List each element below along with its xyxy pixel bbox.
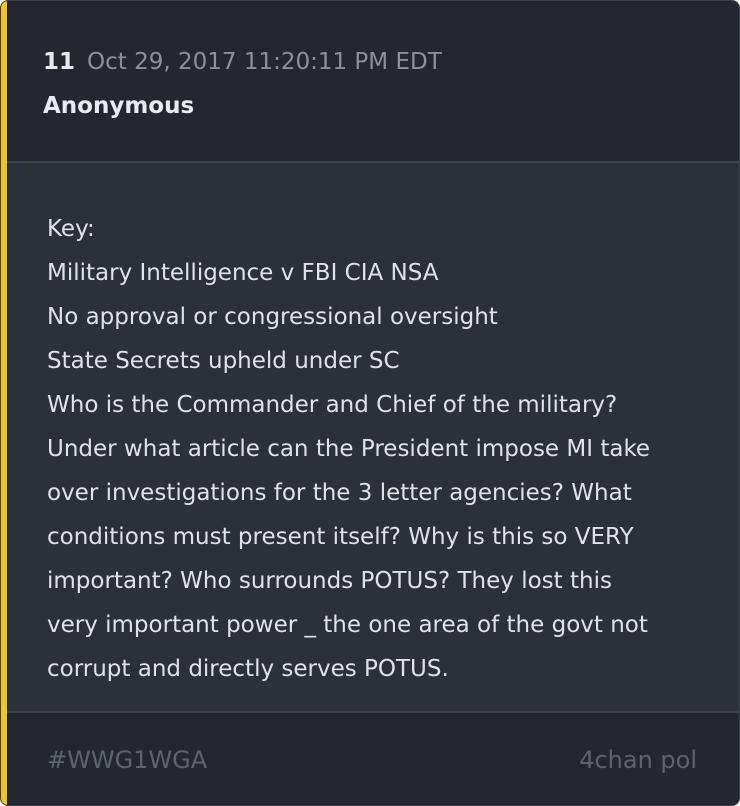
- post-text-line: over investigations for the 3 letter age…: [47, 480, 632, 506]
- post-text-line: Who is the Commander and Chief of the mi…: [47, 392, 618, 418]
- post-text-line: corrupt and directly serves POTUS.: [47, 656, 449, 682]
- post-text-line: Under what article can the President imp…: [47, 436, 651, 462]
- hashtag-link[interactable]: #WWG1WGA: [47, 745, 207, 775]
- post-card: 11 Oct 29, 2017 11:20:11 PM EDT Anonymous…: [0, 0, 740, 806]
- post-text-line: No approval or congressional oversight: [47, 304, 498, 330]
- post-text-line: State Secrets upheld under SC: [47, 348, 400, 374]
- post-text: Key: Military Intelligence v FBI CIA NSA…: [47, 207, 707, 691]
- post-footer: #WWG1WGA 4chan pol: [7, 711, 739, 805]
- post-body: Key: Military Intelligence v FBI CIA NSA…: [7, 165, 739, 711]
- post-author: Anonymous: [43, 93, 195, 119]
- post-text-line: Key:: [47, 216, 95, 242]
- post-number: 11: [43, 49, 76, 75]
- post-text-line: very important power _ the one area of t…: [47, 612, 648, 638]
- post-timestamp: Oct 29, 2017 11:20:11 PM EDT: [87, 49, 442, 75]
- post-text-line: important? Who surrounds POTUS? They los…: [47, 568, 612, 594]
- post-text-line: conditions must present itself? Why is t…: [47, 524, 634, 550]
- post-header: 11 Oct 29, 2017 11:20:11 PM EDT Anonymous: [7, 1, 739, 163]
- post-source: 4chan pol: [579, 746, 697, 774]
- post-text-line: Military Intelligence v FBI CIA NSA: [47, 260, 439, 286]
- post-meta: 11 Oct 29, 2017 11:20:11 PM EDT: [43, 47, 442, 77]
